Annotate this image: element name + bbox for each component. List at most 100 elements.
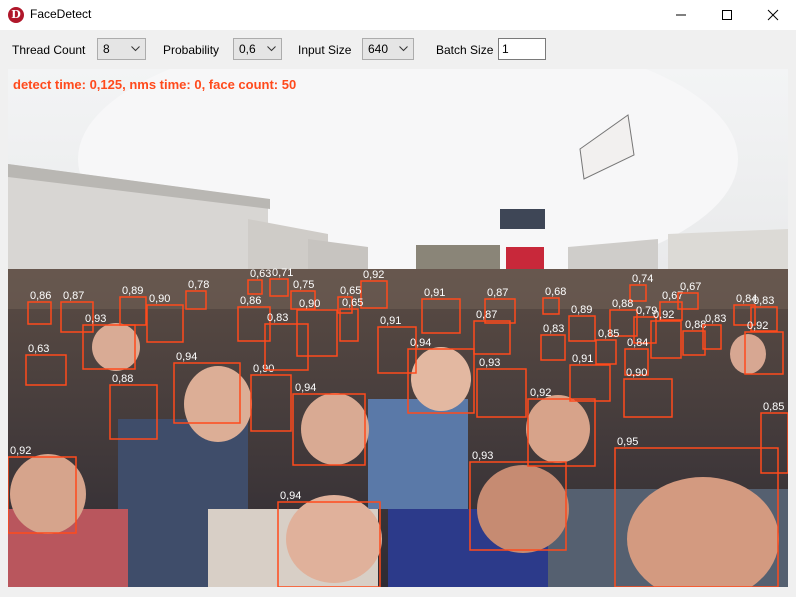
face-detection-box: [614, 447, 779, 587]
face-detection-box: [421, 298, 461, 334]
face-detection-box: [296, 309, 338, 357]
input-size-value: 640: [368, 42, 389, 56]
face-confidence-label: 0,90: [253, 363, 274, 375]
face-confidence-label: 0,92: [530, 387, 551, 399]
face-detection-box: [25, 354, 67, 386]
face-confidence-label: 0,94: [410, 337, 431, 349]
batch-size-label: Batch Size: [436, 43, 494, 57]
close-button[interactable]: [750, 0, 796, 30]
face-confidence-label: 0,93: [472, 450, 493, 462]
face-detection-box: [527, 398, 596, 467]
window-title: FaceDetect: [30, 7, 92, 21]
face-detection-box: [476, 368, 527, 418]
face-confidence-label: 0,92: [10, 445, 31, 457]
face-detection-box: [247, 279, 263, 295]
face-confidence-label: 0,71: [272, 267, 293, 279]
face-detection-box: [109, 384, 158, 440]
face-confidence-label: 0,91: [572, 353, 593, 365]
face-detection-box: [595, 339, 617, 365]
face-confidence-label: 0,91: [424, 287, 445, 299]
input-size-label: Input Size: [298, 43, 352, 57]
face-detection-box: [377, 326, 417, 374]
face-confidence-label: 0,87: [63, 290, 84, 302]
face-detection-box: [568, 315, 596, 342]
thread-count-value: 8: [103, 42, 110, 56]
face-confidence-label: 0,93: [85, 313, 106, 325]
face-detection-box: [540, 334, 566, 361]
face-detection-box: [8, 456, 77, 534]
detection-overlay: 0,86 0,87 0,89 0,780,63 0,710,750,920,65 0,87…: [8, 267, 788, 587]
minimize-icon: [676, 14, 686, 16]
face-confidence-label: 0,67: [680, 281, 701, 293]
face-detection-box: [360, 280, 388, 309]
face-detection-box: [744, 331, 784, 375]
face-confidence-label: 0,83: [705, 313, 726, 325]
face-confidence-label: 0,86: [30, 290, 51, 302]
face-confidence-label: 0,84: [627, 337, 648, 349]
face-detection-box: [269, 278, 289, 297]
face-confidence-label: 0,92: [747, 320, 768, 332]
face-confidence-label: 0,88: [612, 298, 633, 310]
batch-size-input[interactable]: 1: [498, 38, 546, 60]
face-detection-box: [173, 362, 241, 424]
face-detection-box: [469, 461, 567, 551]
face-confidence-label: 0,94: [295, 382, 316, 394]
close-icon: [767, 9, 779, 21]
face-detection-box: [623, 378, 673, 418]
chevron-down-icon: [267, 46, 276, 52]
face-detection-box: [407, 348, 475, 414]
face-confidence-label: 0,83: [753, 295, 774, 307]
face-confidence-label: 0,63: [250, 268, 271, 280]
face-detection-box: [146, 304, 184, 343]
face-confidence-label: 0,78: [188, 279, 209, 291]
face-confidence-label: 0,87: [476, 309, 497, 321]
face-confidence-label: 0,89: [122, 285, 143, 297]
face-detection-box: [473, 320, 511, 355]
input-size-select[interactable]: 640: [362, 38, 414, 60]
face-detection-box: [682, 330, 706, 356]
face-confidence-label: 0,91: [380, 315, 401, 327]
face-confidence-label: 0,83: [543, 323, 564, 335]
face-confidence-label: 0,90: [149, 293, 170, 305]
face-confidence-label: 0,93: [479, 357, 500, 369]
face-confidence-label: 0,87: [487, 287, 508, 299]
probability-select[interactable]: 0,6: [233, 38, 282, 60]
face-confidence-label: 0,94: [176, 351, 197, 363]
face-confidence-label: 0,95: [617, 436, 638, 448]
face-confidence-label: 0,83: [267, 312, 288, 324]
face-detection-box: [27, 301, 52, 325]
face-confidence-label: 0,90: [299, 298, 320, 310]
face-detection-box: [277, 501, 381, 587]
thread-count-select[interactable]: 8: [97, 38, 146, 60]
face-detection-box: [760, 412, 788, 474]
face-confidence-label: 0,92: [363, 269, 384, 281]
face-detection-box: [542, 297, 560, 315]
chevron-down-icon: [131, 46, 140, 52]
maximize-button[interactable]: [704, 0, 750, 30]
face-confidence-label: 0,94: [280, 490, 301, 502]
face-confidence-label: 0,85: [763, 401, 784, 413]
probability-value: 0,6: [239, 42, 256, 56]
face-confidence-label: 0,90: [626, 367, 647, 379]
app-logo-icon: D: [8, 7, 24, 23]
title-bar: D FaceDetect: [0, 0, 796, 30]
face-confidence-label: 0,89: [571, 304, 592, 316]
detection-status-text: detect time: 0,125, nms time: 0, face co…: [13, 77, 297, 92]
face-confidence-label: 0,65: [342, 297, 363, 309]
face-detection-box: [185, 290, 207, 310]
face-confidence-label: 0,88: [112, 373, 133, 385]
face-confidence-label: 0,63: [28, 343, 49, 355]
face-confidence-label: 0,74: [632, 273, 653, 285]
probability-label: Probability: [163, 43, 220, 57]
detection-image: 0,86 0,87 0,89 0,78 0,63 0,71 0,75 0,92 0,65 0,87…: [8, 69, 788, 587]
face-detection-box: [292, 393, 366, 466]
face-confidence-label: 0,65: [340, 285, 361, 297]
face-confidence-label: 0,92: [653, 309, 674, 321]
minimize-button[interactable]: [658, 0, 704, 30]
face-detection-box: [339, 308, 359, 342]
batch-size-value: 1: [502, 42, 509, 56]
face-confidence-label: 0,85: [598, 328, 619, 340]
face-detection-box: [119, 296, 147, 326]
face-detection-box: [250, 374, 292, 432]
window-bottom-edge: [0, 587, 796, 597]
